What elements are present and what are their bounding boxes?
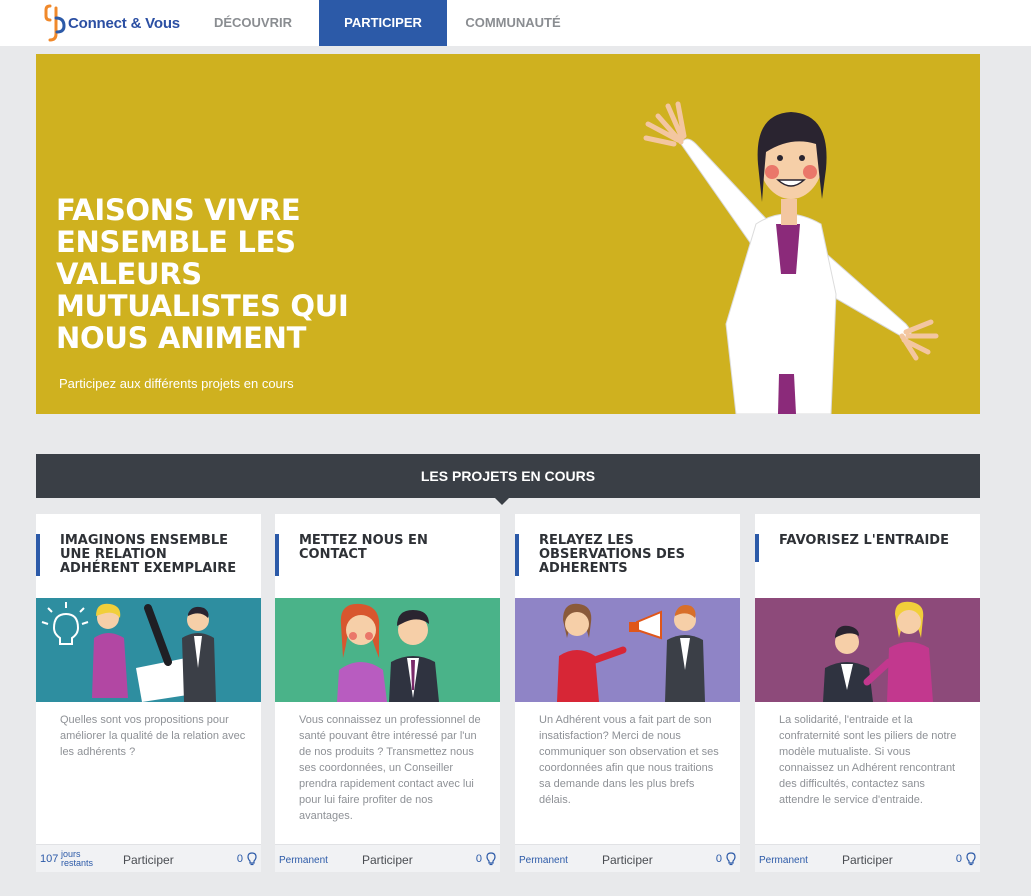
logo[interactable]: Connect & Vous [44,4,180,42]
card-description: Vous connaissez un professionnel de sant… [299,714,481,822]
card-description: Quelles sont vos propositions pour améli… [60,714,246,758]
hero-banner: FAISONS VIVRE ENSEMBLE LES VALEURS MUTUA… [36,54,980,414]
card-footer: Permanent Participer 0 [275,844,500,872]
project-illustration [515,598,740,702]
card-accent [515,534,519,576]
card-title[interactable]: IMAGINONS ENSEMBLE UNE RELATION ADHÉRENT… [60,534,250,576]
top-navigation: Connect & Vous DÉCOUVRIR PARTICIPER COMM… [0,0,1031,46]
card-description: Un Adhérent vous a fait part de son insa… [539,714,719,806]
hero-subtitle: Participez aux différents projets en cou… [59,376,294,391]
lightbulb-icon [486,852,496,866]
card-accent [36,534,40,576]
project-illustration [36,598,261,702]
project-card-observations[interactable]: RELAYEZ LES OBSERVATIONS DES ADHERENTS U… [515,514,740,872]
caret-down-icon [494,497,510,505]
card-title[interactable]: RELAYEZ LES OBSERVATIONS DES ADHERENTS [539,534,729,576]
card-title[interactable]: METTEZ NOUS EN CONTACT [299,534,489,562]
card-accent [275,534,279,576]
nav-item-participer[interactable]: PARTICIPER [319,0,447,46]
participate-link[interactable]: Participer [842,853,893,867]
status-label: Permanent [279,855,328,866]
ideas-count: 0 [955,853,962,865]
doctor-illustration [643,101,939,414]
card-footer: Permanent Participer 0 [755,844,980,872]
card-title[interactable]: FAVORISEZ L'ENTRAIDE [779,534,969,548]
project-card-entraide[interactable]: FAVORISEZ L'ENTRAIDE La solidarité, l'en… [755,514,980,872]
card-accent [755,534,759,562]
project-card-relation[interactable]: IMAGINONS ENSEMBLE UNE RELATION ADHÉRENT… [36,514,261,872]
participate-link[interactable]: Participer [602,853,653,867]
status-label: Permanent [759,855,808,866]
logo-text: Connect & Vous [68,14,180,32]
lightbulb-icon [966,852,976,866]
hero-title: FAISONS VIVRE ENSEMBLE LES VALEURS MUTUA… [56,193,349,355]
project-illustration [755,598,980,702]
nav-item-communaute[interactable]: COMMUNAUTÉ [452,0,574,46]
project-illustration [275,598,500,702]
logo-icon [44,4,66,42]
card-footer: Permanent Participer 0 [515,844,740,872]
lightbulb-icon [726,852,736,866]
lightbulb-icon [247,852,257,866]
days-remaining: 107 [40,853,59,865]
ideas-count: 0 [715,853,722,865]
status-label: Permanent [519,855,568,866]
participate-link[interactable]: Participer [123,853,174,867]
ideas-count: 0 [475,853,482,865]
section-header: LES PROJETS EN COURS [36,454,980,498]
card-footer: 107 jours restants Participer 0 [36,844,261,872]
participate-link[interactable]: Participer [362,853,413,867]
nav-item-decouvrir[interactable]: DÉCOUVRIR [196,0,310,46]
ideas-count: 0 [236,853,243,865]
days-remaining-label: jours restants [61,849,94,868]
card-description: La solidarité, l'entraide et la confrate… [779,714,957,806]
project-card-contact[interactable]: METTEZ NOUS EN CONTACT Vous connaissez u… [275,514,500,872]
